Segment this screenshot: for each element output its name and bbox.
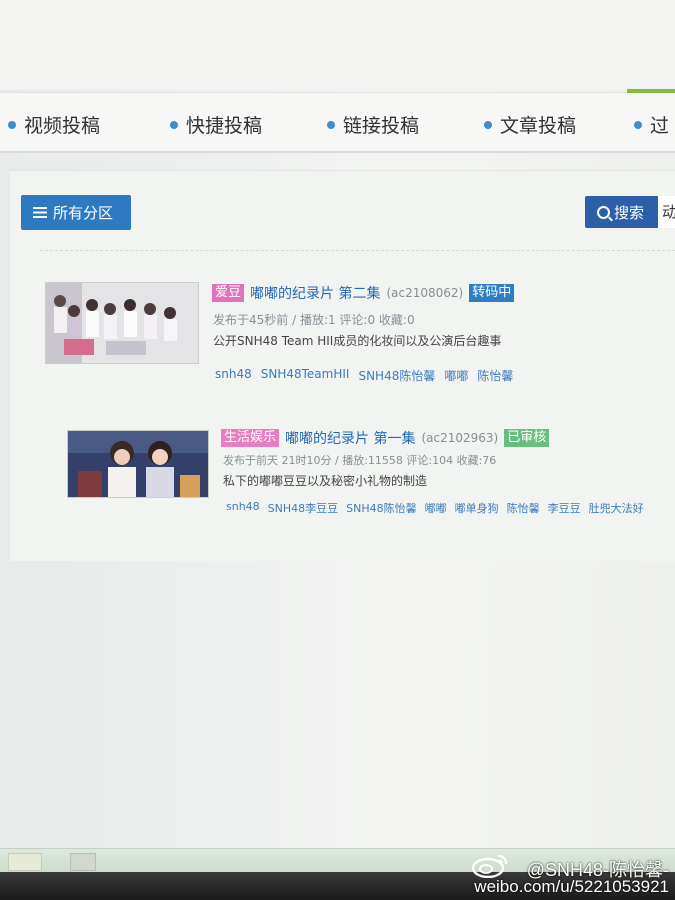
page-header-area <box>0 0 675 90</box>
all-categories-button[interactable]: 所有分区 <box>21 195 131 230</box>
video-tag-link[interactable]: 嘟嘟 <box>425 500 447 516</box>
video-title-link[interactable]: 嘟嘟的纪录片 第一集 <box>285 428 415 448</box>
bullet-icon <box>8 120 16 129</box>
video-tag-link[interactable]: SNH48TeamHII <box>261 367 350 384</box>
nav-active-indicator <box>627 89 675 93</box>
category-tag[interactable]: 爱豆 <box>212 284 245 302</box>
bullet-icon <box>170 120 178 129</box>
nav-item-overflow[interactable]: 过 <box>634 111 669 138</box>
thumbnail-image <box>46 283 198 363</box>
video-title-row-1: 爱豆 嘟嘟的纪录片 第二集 (ac2108062) 转码中 <box>212 283 515 303</box>
video-tags-2: snh48 SNH48李豆豆 SNH48陈怡馨 嘟嘟 嘟单身狗 陈怡馨 李豆豆 … <box>226 500 644 516</box>
divider <box>40 250 675 251</box>
video-tag-link[interactable]: SNH48陈怡馨 <box>346 500 416 516</box>
video-meta: 发布于45秒前 / 播放:1 评论:0 收藏:0 <box>213 313 415 327</box>
weibo-logo-icon <box>471 855 507 878</box>
nav-item-label: 文章投稿 <box>500 115 577 137</box>
video-tag-link[interactable]: 李豆豆 <box>548 500 581 516</box>
video-thumbnail-2[interactable] <box>67 430 209 498</box>
bullet-icon <box>327 120 335 129</box>
watermark-url: weibo.com/u/5221053921 <box>474 877 669 896</box>
video-acid: (ac2108062) <box>386 286 464 300</box>
extra-toolbar-label: 动 <box>662 203 675 221</box>
bullet-icon <box>484 120 492 129</box>
video-tag-link[interactable]: 嘟单身狗 <box>455 500 499 516</box>
video-tag-link[interactable]: SNH48陈怡馨 <box>358 367 435 384</box>
video-tag-link[interactable]: 陈怡馨 <box>507 500 540 516</box>
taskbar-app-button[interactable] <box>70 853 96 871</box>
video-tag-link[interactable]: 嘟嘟 <box>444 367 468 384</box>
category-tag[interactable]: 生活娱乐 <box>221 429 280 447</box>
nav-item-article-upload[interactable]: 文章投稿 <box>484 111 576 138</box>
nav-item-video-upload[interactable]: 视频投稿 <box>8 111 100 138</box>
extra-toolbar-button[interactable]: 动 <box>658 196 675 228</box>
video-tag-link[interactable]: snh48 <box>215 367 252 384</box>
search-button[interactable]: 搜索 <box>585 196 660 228</box>
nav-item-link-upload[interactable]: 链接投稿 <box>327 111 419 138</box>
video-tag-link[interactable]: 陈怡馨 <box>477 367 513 384</box>
status-badge: 已审核 <box>504 429 550 447</box>
start-button[interactable] <box>8 853 42 871</box>
video-description: 私下的嘟嘟豆豆以及秘密小礼物的制造 <box>223 474 428 488</box>
nav-item-label: 链接投稿 <box>343 115 420 137</box>
video-title-row-2: 生活娱乐 嘟嘟的纪录片 第一集 (ac2102963) 已审核 <box>221 428 550 448</box>
nav-item-label: 视频投稿 <box>24 115 101 137</box>
video-tags-1: snh48 SNH48TeamHII SNH48陈怡馨 嘟嘟 陈怡馨 <box>215 367 513 384</box>
video-acid: (ac2102963) <box>421 431 499 445</box>
search-label: 搜索 <box>614 203 645 222</box>
video-tag-link[interactable]: SNH48李豆豆 <box>268 500 338 516</box>
video-tag-link[interactable]: snh48 <box>226 500 260 516</box>
nav-item-label: 快捷投稿 <box>186 115 263 137</box>
video-tag-link[interactable]: 肚兜大法好 <box>589 500 644 516</box>
all-categories-label: 所有分区 <box>53 204 114 222</box>
thumbnail-image <box>68 431 208 497</box>
upload-nav-bar: 视频投稿 快捷投稿 链接投稿 文章投稿 过 <box>0 89 675 153</box>
nav-item-label: 过 <box>650 115 670 137</box>
video-description: 公开SNH48 Team HII成员的化妆间以及公演后台趣事 <box>213 334 502 348</box>
bullet-icon <box>634 120 642 129</box>
nav-item-quick-upload[interactable]: 快捷投稿 <box>170 111 262 138</box>
video-title-link[interactable]: 嘟嘟的纪录片 第二集 <box>250 283 380 303</box>
video-thumbnail-1[interactable] <box>45 282 199 364</box>
list-icon <box>33 207 47 218</box>
status-badge: 转码中 <box>469 284 515 302</box>
video-meta: 发布于前天 21时10分 / 播放:11558 评论:104 收藏:76 <box>223 454 497 467</box>
search-icon <box>597 205 610 219</box>
